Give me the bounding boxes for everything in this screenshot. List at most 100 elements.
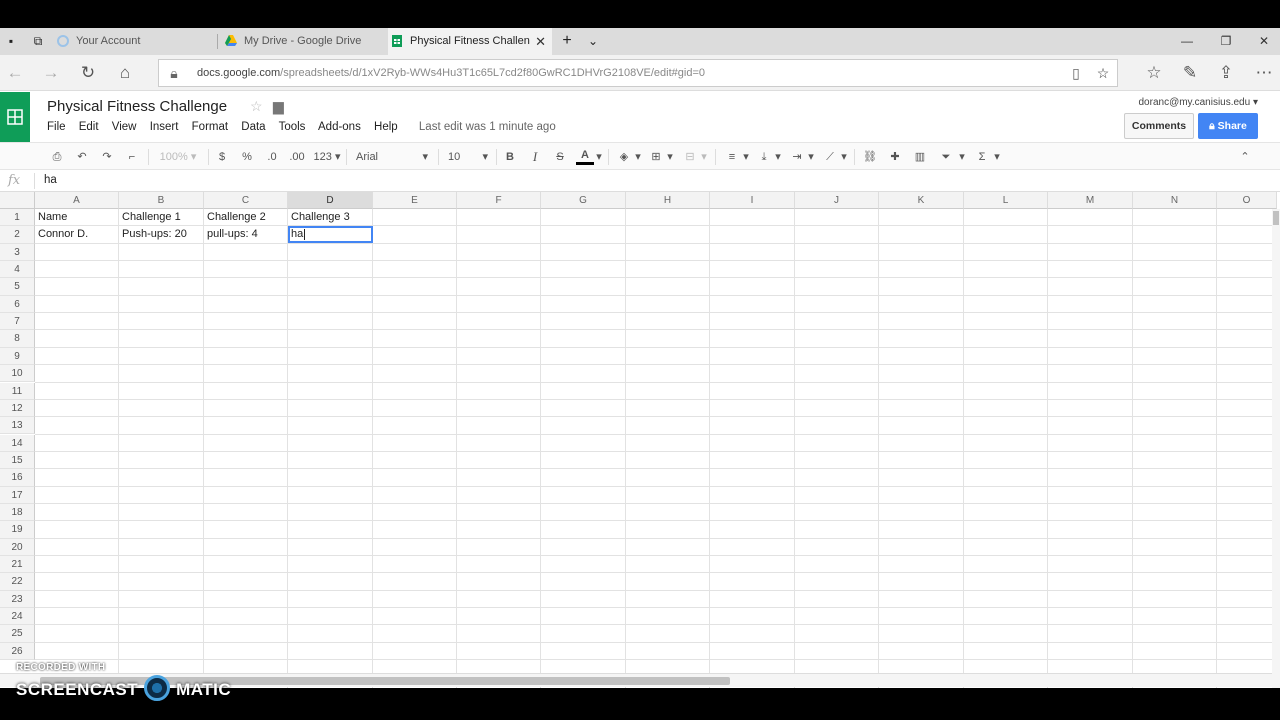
row-header-21[interactable]: 21	[0, 556, 35, 574]
row-header-15[interactable]: 15	[0, 451, 35, 470]
chevron-down-icon[interactable]: ▾	[993, 149, 1001, 165]
zoom-select[interactable]: 100% ▾	[158, 149, 198, 165]
undo-icon[interactable]: ↶	[74, 149, 90, 165]
row-header-20[interactable]: 20	[0, 538, 35, 556]
cell-b1[interactable]: Challenge 1	[119, 209, 204, 226]
chevron-down-icon[interactable]: ▾	[666, 149, 674, 165]
row-header-22[interactable]: 22	[0, 573, 35, 591]
font-size-select[interactable]: 10 ▾	[448, 149, 488, 165]
cell-d2[interactable]: ha	[288, 226, 373, 244]
chevron-down-icon[interactable]: ▾	[774, 149, 782, 165]
column-header-i[interactable]: I	[710, 192, 795, 209]
column-header-m[interactable]: M	[1048, 192, 1133, 209]
row-header-4[interactable]: 4	[0, 261, 35, 279]
menu-data[interactable]: Data	[241, 121, 265, 133]
chevron-down-icon[interactable]: ▾	[840, 149, 848, 165]
tab-preview-icon[interactable]: ⧉	[30, 33, 46, 49]
maximize-icon[interactable]: ❐	[1206, 28, 1246, 55]
cell-c1[interactable]: Challenge 2	[204, 209, 288, 226]
row-header-12[interactable]: 12	[0, 399, 35, 418]
column-header-e[interactable]: E	[373, 192, 457, 209]
text-wrapping-icon[interactable]: ⇥	[789, 149, 805, 165]
row-header-1[interactable]: 1	[0, 209, 35, 227]
star-title-icon[interactable]: ☆	[250, 98, 263, 115]
row-header-17[interactable]: 17	[0, 486, 35, 504]
row-header-23[interactable]: 23	[0, 590, 35, 608]
scrollbar-thumb[interactable]	[1273, 211, 1279, 225]
column-header-o[interactable]: O	[1217, 192, 1277, 209]
chevron-down-icon[interactable]: ▾	[700, 149, 708, 165]
favorites-icon[interactable]: ☆	[1143, 63, 1165, 83]
row-header-2[interactable]: 2	[0, 226, 35, 244]
last-edit-status[interactable]: Last edit was 1 minute ago	[419, 121, 556, 133]
column-header-k[interactable]: K	[879, 192, 964, 209]
column-header-h[interactable]: H	[626, 192, 710, 209]
chevron-down-icon[interactable]: ▾	[958, 149, 966, 165]
insert-link-icon[interactable]: ⛓	[862, 149, 878, 165]
document-title[interactable]: Physical Fitness Challenge	[47, 98, 227, 115]
column-header-b[interactable]: B	[119, 192, 204, 209]
row-header-25[interactable]: 25	[0, 625, 35, 643]
decrease-decimal-button[interactable]: .0	[262, 149, 282, 165]
window-menu-icon[interactable]: ▪	[3, 33, 19, 49]
close-window-icon[interactable]: ✕	[1244, 28, 1280, 55]
select-all-corner[interactable]	[0, 192, 35, 209]
print-icon[interactable]: ⎙	[49, 149, 65, 165]
tab-your-account[interactable]: Your Account	[54, 28, 216, 55]
chevron-down-icon[interactable]: ▾	[742, 149, 750, 165]
tab-physical-fitness[interactable]: Physical Fitness Challen ✕	[388, 28, 552, 55]
cell-c2[interactable]: pull-ups: 4	[204, 226, 288, 243]
refresh-icon[interactable]: ↻	[77, 63, 99, 83]
font-select[interactable]: Arial ▾	[356, 149, 428, 165]
insert-comment-icon[interactable]: ✚	[887, 149, 903, 165]
collapse-menus-icon[interactable]: ⌃	[1237, 149, 1253, 165]
column-header-l[interactable]: L	[964, 192, 1048, 209]
sheets-logo[interactable]	[0, 92, 30, 142]
percent-button[interactable]: %	[239, 149, 255, 165]
increase-decimal-button[interactable]: .00	[286, 149, 308, 165]
row-header-3[interactable]: 3	[0, 243, 35, 261]
horizontal-align-icon[interactable]: ≡	[724, 149, 740, 165]
borders-icon[interactable]: ⊞	[648, 149, 664, 165]
tab-my-drive[interactable]: My Drive - Google Drive	[222, 28, 386, 55]
chevron-down-icon[interactable]: ▾	[634, 149, 642, 165]
strikethrough-button[interactable]: S	[553, 149, 567, 165]
chevron-down-icon[interactable]: ▾	[595, 149, 603, 165]
folder-icon[interactable]: ▆	[273, 98, 284, 115]
vertical-align-icon[interactable]: ⤓	[756, 149, 772, 165]
row-header-8[interactable]: 8	[0, 330, 35, 348]
fill-color-icon[interactable]: ◈	[616, 149, 632, 165]
column-header-g[interactable]: G	[541, 192, 626, 209]
close-tab-icon[interactable]: ✕	[535, 28, 546, 55]
row-header-24[interactable]: 24	[0, 608, 35, 626]
share-browser-icon[interactable]: ⇪	[1215, 63, 1237, 83]
column-header-a[interactable]: A	[35, 192, 119, 209]
back-icon[interactable]: ←	[4, 63, 26, 83]
column-header-c[interactable]: C	[204, 192, 288, 209]
row-header-18[interactable]: 18	[0, 503, 35, 522]
paint-format-icon[interactable]: ⌐	[124, 149, 140, 165]
menu-addons[interactable]: Add-ons	[318, 121, 361, 133]
spreadsheet-grid[interactable]: A B C D E F G H I J K L M N O 1 2 3 4 5 6 7 8 9 10 11 12 13 14 15 16 17…	[0, 192, 1280, 688]
menu-view[interactable]: View	[112, 121, 137, 133]
minimize-icon[interactable]: —	[1167, 28, 1207, 55]
new-tab-icon[interactable]: +	[559, 33, 575, 49]
menu-help[interactable]: Help	[374, 121, 398, 133]
redo-icon[interactable]: ↷	[99, 149, 115, 165]
row-header-11[interactable]: 11	[0, 382, 35, 400]
row-header-6[interactable]: 6	[0, 295, 35, 314]
italic-button[interactable]: I	[528, 149, 542, 165]
more-formats-button[interactable]: 123 ▾	[312, 149, 342, 165]
chevron-down-icon[interactable]: ▾	[807, 149, 815, 165]
functions-icon[interactable]: Σ	[974, 149, 990, 165]
cell-a1[interactable]: Name	[35, 209, 119, 226]
insert-chart-icon[interactable]: ▥	[912, 149, 928, 165]
row-header-19[interactable]: 19	[0, 521, 35, 539]
menu-insert[interactable]: Insert	[150, 121, 179, 133]
row-header-7[interactable]: 7	[0, 313, 35, 331]
menu-file[interactable]: File	[47, 121, 66, 133]
account-email[interactable]: doranc@my.canisius.edu ▾	[1139, 97, 1259, 108]
forward-icon[interactable]: →	[40, 63, 62, 83]
column-header-d[interactable]: D	[288, 192, 373, 209]
column-header-f[interactable]: F	[457, 192, 541, 209]
